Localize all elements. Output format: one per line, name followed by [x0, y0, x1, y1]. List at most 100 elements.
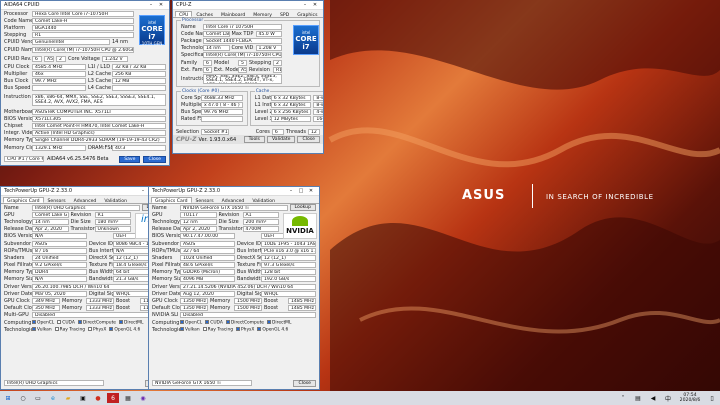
checkbox-directcompute[interactable]: DirectCompute: [225, 319, 264, 325]
info-row: Memory Type GDDR6 (Micron) Bus Width 128 bi…: [149, 269, 319, 276]
close-button[interactable]: Close: [143, 155, 166, 163]
volume-icon[interactable]: ◀: [647, 393, 659, 403]
notification-icon[interactable]: ▯: [706, 393, 718, 403]
tab-advanced[interactable]: Advanced: [218, 197, 249, 204]
checkbox-raytracing[interactable]: Ray Tracing: [202, 327, 234, 333]
task-view-icon[interactable]: ▭: [32, 393, 44, 403]
close-icon[interactable]: ✕: [310, 2, 320, 8]
checkbox-opencl[interactable]: OpenCL: [32, 319, 54, 325]
lookup-button[interactable]: Lookup: [289, 204, 316, 212]
field-value: 1485 MHz: [288, 298, 316, 305]
tray-arrow-icon[interactable]: ˄: [617, 393, 629, 403]
checkbox-vulkan[interactable]: Vulkan: [32, 327, 52, 333]
minimize-icon[interactable]: –: [300, 2, 310, 8]
network-icon[interactable]: ▤: [632, 393, 644, 403]
checkbox-cuda[interactable]: CUDA: [57, 319, 75, 325]
field-label: CPUID Rev.: [4, 55, 32, 62]
tools-button[interactable]: Tools: [243, 136, 265, 144]
socket-select[interactable]: Socket #1: [201, 128, 230, 135]
field-label: Bus Speed: [4, 85, 31, 92]
close-button[interactable]: Close: [293, 379, 316, 387]
field-value: TU117: [180, 211, 217, 218]
field-label: Release Date: [152, 226, 186, 233]
field-value: Socket 1440 FCBGA: [203, 37, 282, 44]
tab-graphicscard[interactable]: Graphics Card: [151, 197, 192, 204]
tab-memory[interactable]: Memory: [249, 11, 276, 18]
gpuz-window-nvidia[interactable]: TechPowerUp GPU-Z 2.33.0 – □ ✕ Graphics Card…: [148, 186, 320, 390]
store-icon[interactable]: ▣: [77, 393, 89, 403]
field-value: [112, 85, 166, 92]
field-label: Stepping: [4, 32, 27, 39]
checkbox-opengl46[interactable]: OpenGL 4.6: [257, 327, 288, 333]
field-label: L1 Data: [254, 94, 275, 101]
aida64-taskbar-icon[interactable]: 6: [107, 393, 119, 403]
tab-spd[interactable]: SPD: [276, 11, 293, 18]
gpuz-window-intel[interactable]: TechPowerUp GPU-Z 2.33.0–□✕Graphics Card…: [0, 186, 172, 390]
checkbox-opengl46[interactable]: OpenGL 4.6: [109, 327, 140, 333]
tab-bench[interactable]: Bench: [321, 11, 323, 17]
logo-divider: [532, 184, 533, 208]
gpu-select[interactable]: Intel(R) UHD Graphics: [4, 380, 104, 387]
maximize-icon[interactable]: □: [296, 188, 306, 194]
save-button[interactable]: Save: [119, 155, 141, 163]
field-label: L3 Cache: [88, 78, 112, 85]
tab-graphicscard[interactable]: Graphics Card: [3, 197, 44, 204]
validate-button[interactable]: Validate: [266, 136, 296, 144]
checkbox-physx[interactable]: PhysX: [88, 327, 106, 333]
ime-indicator[interactable]: 中: [662, 393, 674, 403]
aida64-cpuid-window[interactable]: AIDA64 CPUID – ✕ Processor Hexa Core Intel …: [0, 0, 170, 166]
field-label: Bandwidth: [89, 276, 116, 283]
checkbox-label: Ray Tracing: [207, 327, 234, 333]
group-title: Cache: [254, 89, 271, 95]
core-selector[interactable]: CPU #1 / Core #1 / SMT Unit #1: [4, 156, 44, 163]
tab-sensors[interactable]: Sensors: [192, 197, 218, 204]
tab-validation[interactable]: Validation: [100, 197, 131, 204]
checkbox-raytracing[interactable]: Ray Tracing: [54, 327, 85, 333]
info-row: Processor Hexa Core Intel Core i7-10750H: [1, 10, 137, 17]
minimize-icon[interactable]: –: [146, 2, 156, 8]
checkbox-directcompute[interactable]: DirectCompute: [77, 319, 116, 325]
checkbox-opencl[interactable]: OpenCL: [180, 319, 202, 325]
field-value: N/A: [32, 233, 87, 240]
tab-mainboard[interactable]: Mainboard: [217, 11, 249, 18]
tab-advanced[interactable]: Advanced: [70, 197, 101, 204]
checkbox-vulkan[interactable]: Vulkan: [180, 327, 200, 333]
field-value: N/A: [32, 276, 87, 283]
cpuz-window[interactable]: CPU-Z – ✕ CPU Caches Mainboard Memory SPD Graph…: [172, 0, 324, 154]
checkbox-directml[interactable]: DirectML: [267, 319, 291, 325]
field-value: 1350 MHz: [180, 298, 208, 305]
field-label: Shaders: [4, 254, 25, 261]
close-icon[interactable]: ✕: [156, 2, 166, 8]
info-row: Multiplier 46x L2 Cache 256 KB: [1, 71, 169, 78]
edge-icon[interactable]: e: [47, 393, 59, 403]
tab-graphics[interactable]: Graphics: [293, 11, 321, 18]
windows-start-icon[interactable]: ⊞: [2, 393, 14, 403]
field-value: 1024 Unified: [180, 254, 235, 261]
close-button[interactable]: Close: [297, 136, 320, 144]
info-row: Bus Speed L4 Cache: [1, 85, 169, 92]
gpuz-taskbar-icon[interactable]: ▦: [122, 393, 134, 403]
tab-sensors[interactable]: Sensors: [44, 197, 70, 204]
gpu-select[interactable]: NVIDIA GeForce GTX 1650 Ti: [152, 380, 252, 387]
search-icon[interactable]: ○: [17, 393, 29, 403]
tab-cpu[interactable]: CPU: [175, 11, 193, 18]
close-icon[interactable]: ✕: [306, 188, 316, 194]
checkbox-physx[interactable]: PhysX: [236, 327, 254, 333]
field-value: 6 x 32 KBytes: [270, 94, 312, 101]
minimize-icon[interactable]: –: [286, 188, 296, 194]
chrome-icon[interactable]: ●: [92, 393, 104, 403]
tab-caches[interactable]: Caches: [192, 11, 217, 18]
desktop-slogan: IN SEARCH OF INCREDIBLE: [546, 193, 654, 201]
clock[interactable]: 07:54 2020/8/6: [677, 393, 703, 403]
tab-validation[interactable]: Validation: [248, 197, 279, 204]
field-value: 1.208 V: [255, 45, 282, 52]
field-value: 1350 MHz: [180, 305, 208, 312]
minimize-icon[interactable]: –: [138, 188, 148, 194]
file-explorer-icon[interactable]: ▰: [62, 393, 74, 403]
cpuz-taskbar-icon[interactable]: ◉: [137, 393, 149, 403]
field-value: Intel Core i7 10750H: [203, 23, 282, 30]
field-label: Model: [214, 59, 230, 66]
checkbox-cuda[interactable]: CUDA: [205, 319, 223, 325]
checkbox-directml[interactable]: DirectML: [119, 319, 143, 325]
info-row: Pixel Fillrate 48.6 GPixel/s Texture Fillr…: [149, 262, 319, 269]
